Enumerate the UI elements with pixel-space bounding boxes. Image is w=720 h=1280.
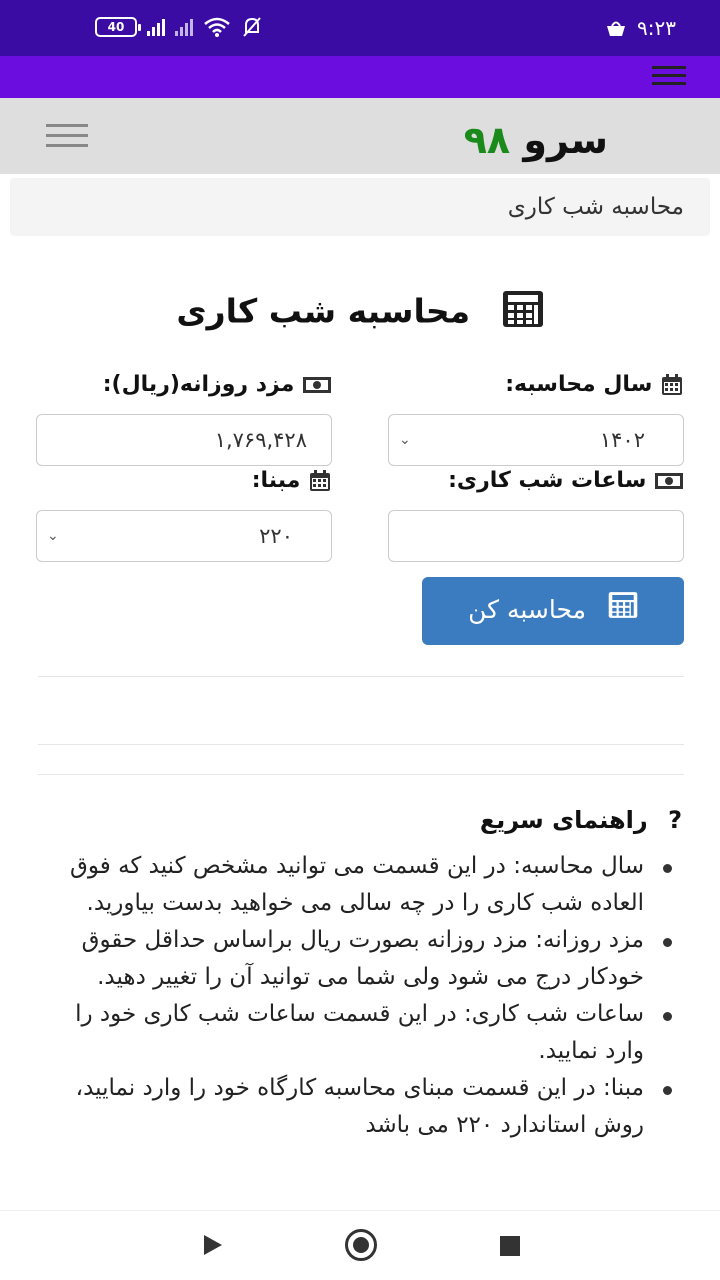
help-item-wage: مزد روزانه: مزد روزانه بصورت ریال براساس… (60, 922, 680, 996)
home-icon[interactable] (345, 1229, 377, 1261)
logo-number: ۹۸ (463, 118, 511, 162)
wifi-icon (204, 17, 230, 37)
base-label: مبنا: (252, 468, 332, 493)
help-item-base: مبنا: در این قسمت مبنای محاسبه کارگاه خو… (60, 1070, 680, 1144)
divider (38, 676, 684, 677)
menu-icon[interactable] (652, 66, 686, 90)
base-select[interactable]: ۲۲۰ ⌄ (36, 510, 332, 562)
calculator-icon (502, 290, 544, 336)
signal-icon-2 (175, 18, 193, 36)
basket-icon (607, 21, 626, 36)
question-icon: ? (668, 806, 682, 834)
hours-input[interactable] (388, 510, 684, 562)
wage-label: مزد روزانه(ریال): (103, 372, 332, 397)
wage-input[interactable]: ۱,۷۶۹,۴۲۸ (36, 414, 332, 466)
chevron-down-icon: ⌄ (399, 432, 411, 448)
hours-label: ساعات شب کاری: (448, 468, 684, 493)
help-item-hours: ساعات شب کاری: در این قسمت ساعات شب کاری… (60, 996, 680, 1070)
calculator-icon (608, 578, 638, 644)
back-icon[interactable] (204, 1235, 222, 1255)
logo-word: سرو (523, 118, 608, 162)
signal-icon (147, 18, 165, 36)
recents-icon[interactable] (500, 1236, 520, 1256)
calculate-button-label: محاسبه کن (468, 595, 586, 624)
help-title: ? راهنمای سریع (479, 806, 682, 834)
breadcrumb: محاسبه شب کاری (10, 178, 710, 236)
site-header: سرو ۹۸ (0, 98, 720, 174)
page-title: محاسبه شب کاری (0, 290, 720, 336)
system-nav-bar (0, 1210, 720, 1280)
help-list: سال محاسبه: در این قسمت می توانید مشخص ک… (60, 848, 680, 1144)
app-bar (0, 56, 720, 98)
nav-toggle-icon[interactable] (46, 124, 88, 154)
status-icons-left: 40 (95, 16, 263, 38)
calendar-icon (310, 470, 330, 491)
year-label: سال محاسبه: (505, 372, 684, 397)
status-bar: 40 ۹:۲۳ (0, 0, 720, 56)
year-select[interactable]: ۱۴۰۲ ⌄ (388, 414, 684, 466)
money-icon (303, 377, 331, 393)
chevron-down-icon: ⌄ (47, 528, 59, 544)
page-title-text: محاسبه شب کاری (176, 291, 471, 331)
clock: ۹:۲۳ (637, 16, 676, 40)
divider (38, 744, 684, 745)
mute-bell-icon (243, 17, 261, 37)
help-item-year: سال محاسبه: در این قسمت می توانید مشخص ک… (60, 848, 680, 922)
status-icons-right: ۹:۲۳ (605, 16, 676, 40)
battery-icon: 40 (95, 17, 141, 37)
divider (38, 774, 684, 775)
calendar-icon (662, 374, 682, 395)
site-logo[interactable]: سرو ۹۸ (464, 118, 608, 162)
calculate-button[interactable]: محاسبه کن (422, 577, 684, 645)
money-icon (655, 473, 683, 489)
